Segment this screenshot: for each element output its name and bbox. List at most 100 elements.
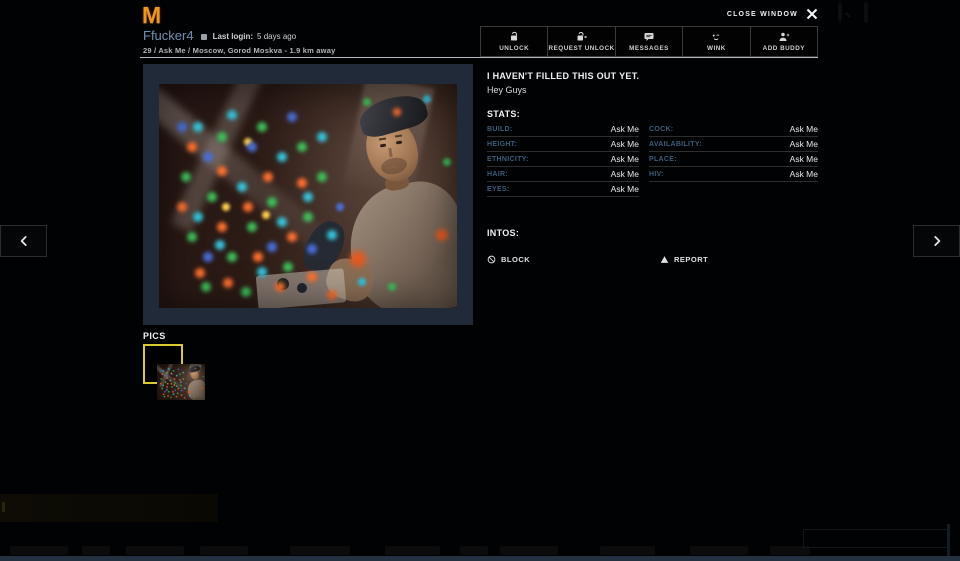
about-body: Hey Guys [487, 85, 818, 95]
stat-row-hair: HAIR: Ask Me [487, 167, 639, 182]
disco-lights [159, 84, 165, 90]
request-unlock-icon [575, 31, 588, 43]
stat-label: AVAILABILITY: [649, 141, 702, 148]
photo-scene [159, 84, 457, 308]
messages-label: MESSAGES [629, 45, 669, 52]
profile-details-column: I HAVEN'T FILLED THIS OUT YET. Hey Guys … [487, 64, 818, 267]
table-papers [256, 268, 347, 308]
person-beard [380, 155, 409, 176]
stats-grid: BUILD: Ask Me HEIGHT: Ask Me ETHNICITY: … [487, 122, 818, 197]
stat-value: Ask Me [611, 184, 639, 194]
block-icon [487, 255, 496, 264]
user-info: Ffucker4 Last login: 5 days ago 29 / Ask … [140, 26, 480, 57]
dimmed-text [290, 546, 350, 555]
window-light [343, 84, 435, 198]
user-details: 29 / Ask Me / Moscow, Gorod Moskva - 1.9… [143, 46, 480, 55]
person-face [360, 113, 424, 187]
status-indicator-icon [201, 34, 207, 40]
report-icon [660, 255, 669, 264]
person-neck [384, 174, 410, 192]
app-logo-letter: M [142, 2, 160, 28]
profile-header: Ffucker4 Last login: 5 days ago 29 / Ask … [140, 26, 818, 57]
intos-title: INTOS: [487, 228, 818, 238]
last-login: Last login: 5 days ago [213, 32, 297, 41]
dimmed-text [126, 546, 184, 555]
person-hand [322, 254, 378, 306]
add-buddy-label: ADD BUDDY [763, 45, 805, 52]
dimmed-text [690, 546, 748, 555]
stat-value: Ask Me [790, 154, 818, 164]
request-unlock-label: REQUEST UNLOCK [549, 45, 615, 52]
profile-photo-panel [143, 64, 473, 325]
chevron-right-icon [930, 234, 944, 248]
stat-label: PLACE: [649, 156, 677, 163]
stat-row-height: HEIGHT: Ask Me [487, 137, 639, 152]
person-sleeve [296, 215, 351, 279]
username: Ffucker4 [143, 28, 194, 43]
add-buddy-icon [777, 31, 791, 43]
profile-photo[interactable] [159, 84, 457, 308]
stat-label: ETHNICITY: [487, 156, 529, 163]
grid-icon [890, 4, 905, 19]
dimmed-background-icons [838, 4, 905, 19]
dimmed-text [82, 546, 110, 555]
messages-button[interactable]: MESSAGES [615, 27, 682, 56]
pics-title: PICS [143, 331, 166, 341]
person-bandana [356, 89, 431, 140]
search-icon [838, 4, 853, 19]
person-mouth [388, 166, 397, 169]
stat-row-build: BUILD: Ask Me [487, 122, 639, 137]
stat-value: Ask Me [611, 139, 639, 149]
dimmed-text [500, 546, 558, 555]
person-brow [395, 135, 402, 138]
stat-row-ethnicity: ETHNICITY: Ask Me [487, 152, 639, 167]
unlock-icon [508, 31, 521, 43]
dimmed-text [385, 546, 440, 555]
bottom-bar [0, 556, 960, 561]
block-label: BLOCK [501, 255, 530, 264]
stat-row-cock: COCK: Ask Me [649, 122, 818, 137]
add-buddy-button[interactable]: ADD BUDDY [750, 27, 817, 56]
light-streak [171, 84, 271, 232]
dimmed-text [600, 546, 655, 555]
person-eye [380, 144, 386, 147]
request-unlock-button[interactable]: REQUEST UNLOCK [547, 27, 614, 56]
stat-value: Ask Me [611, 169, 639, 179]
stat-label: COCK: [649, 126, 673, 133]
bottle [297, 283, 307, 293]
about-headline: I HAVEN'T FILLED THIS OUT YET. [487, 71, 818, 81]
previous-profile-button[interactable] [0, 225, 47, 257]
stat-value: Ask Me [611, 124, 639, 134]
bottle [277, 278, 289, 290]
dimmed-background-panel [0, 494, 218, 522]
stat-label: BUILD: [487, 126, 513, 133]
person-eye [396, 141, 402, 144]
dimmed-background-button [803, 529, 948, 548]
stat-row-hiv: HIV: Ask Me [649, 167, 818, 182]
report-button[interactable]: REPORT [660, 255, 708, 264]
profile-overlay: M CLOSE WINDOW Ffucker4 Last login: 5 day… [0, 0, 960, 561]
stat-row-eyes: EYES: Ask Me [487, 182, 639, 197]
dimmed-text [10, 546, 68, 555]
close-window-label: CLOSE WINDOW [727, 11, 798, 18]
last-login-value: 5 days ago [257, 32, 296, 41]
close-icon [806, 8, 818, 20]
wink-label: WINK [707, 45, 726, 52]
stat-label: EYES: [487, 186, 510, 193]
wink-icon [709, 31, 723, 43]
unlock-label: UNLOCK [499, 45, 529, 52]
next-profile-button[interactable] [913, 225, 960, 257]
pic-thumbnail[interactable] [143, 344, 183, 384]
last-login-label: Last login: [213, 32, 253, 41]
dimmed-text [200, 546, 248, 555]
person-nose [388, 148, 392, 157]
block-button[interactable]: BLOCK [487, 255, 530, 264]
unlock-button[interactable]: UNLOCK [481, 27, 547, 56]
stat-row-place: PLACE: Ask Me [649, 152, 818, 167]
wink-button[interactable]: WINK [682, 27, 749, 56]
filter-icon [864, 4, 879, 19]
person-shirt [341, 175, 457, 308]
app-logo[interactable]: M [142, 2, 160, 29]
close-window-button[interactable]: CLOSE WINDOW [727, 6, 818, 22]
stat-row-availability: AVAILABILITY: Ask Me [649, 137, 818, 152]
